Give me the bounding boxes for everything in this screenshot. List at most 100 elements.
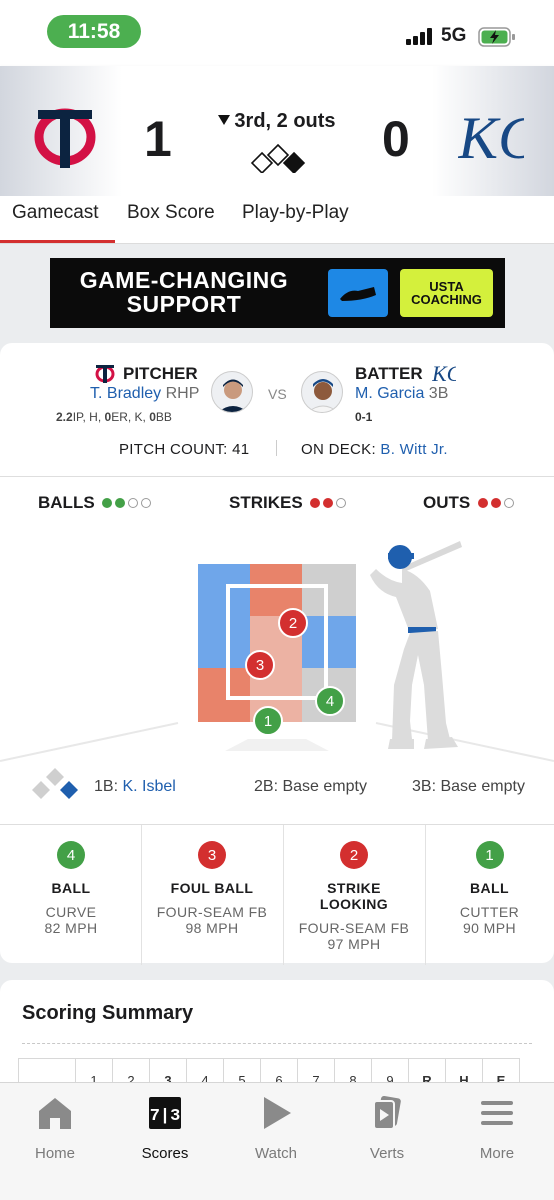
bases-diamond-icon	[250, 143, 306, 173]
pitcher-ip: 2.2	[56, 410, 73, 424]
batter-avatar[interactable]	[301, 371, 343, 413]
batter-stat-line: 0-1	[355, 410, 373, 424]
pitcher-label: PITCHER	[123, 364, 198, 383]
ball-dot	[128, 498, 139, 508]
pitcher-avatar[interactable]	[211, 371, 253, 413]
pitcher-position: RHP	[165, 385, 200, 402]
pitch-marker[interactable]: 3	[245, 650, 275, 680]
status-bar: 11:58 5G	[0, 0, 554, 66]
on-deck-batter-link[interactable]: B. Witt Jr.	[380, 441, 447, 458]
tab-play-by-play[interactable]: Play-by-Play	[242, 202, 349, 224]
ad-badge: USTA COACHING	[400, 269, 493, 317]
home-score: 0	[382, 111, 410, 167]
tab-box-score[interactable]: Box Score	[127, 202, 215, 224]
tab-watch[interactable]: Watch	[231, 1095, 321, 1162]
royals-small-logo-icon: KC	[432, 361, 456, 385]
pitch-number-badge: 2	[340, 841, 368, 869]
inning-text: 3rd, 2 outs	[234, 110, 336, 132]
ball-dot	[115, 498, 126, 508]
svg-text:KC: KC	[432, 361, 456, 385]
network-type: 5G	[441, 25, 467, 46]
ad-headline-line1: GAME-CHANGING	[79, 267, 289, 293]
royals-logo-icon[interactable]: KC	[458, 102, 524, 172]
pitch-count-label: PITCH COUNT:	[119, 441, 233, 458]
ad-banner[interactable]: GAME-CHANGING SUPPORT USTA COACHING	[50, 258, 505, 328]
strike-dot	[336, 498, 347, 508]
strike-dot	[323, 498, 334, 508]
pitcher-name-link[interactable]: T. Bradley	[90, 385, 161, 402]
gamecast-card: PITCHER T. Bradley RHP 2.2IP, H, 0 ER, K,…	[0, 343, 554, 965]
svg-text:KC: KC	[458, 105, 524, 171]
pitch-summary-item[interactable]: 4 BALL CURVE 82 MPH	[0, 825, 142, 965]
tab-more[interactable]: More	[452, 1095, 542, 1162]
dashed-divider	[22, 1043, 532, 1044]
pitch-count-value: 41	[232, 441, 250, 458]
strikes-count: STRIKES	[229, 493, 347, 513]
on-deck: ON DECK: B. Witt Jr.	[301, 441, 448, 458]
h-label: H,	[89, 410, 105, 424]
bb-label: BB	[155, 410, 172, 424]
home-icon	[39, 1098, 71, 1129]
bases-diamond-icon	[32, 768, 78, 799]
er-label: ER,	[111, 410, 135, 424]
pitch-type: CURVE	[45, 904, 97, 920]
tab-watch-label: Watch	[255, 1145, 297, 1162]
ad-headline: GAME-CHANGING SUPPORT	[64, 268, 304, 316]
pitch-summary-item[interactable]: 1 BALL CUTTER 90 MPH	[425, 825, 554, 965]
second-base-status: 2B: Base empty	[254, 778, 367, 795]
out-dot	[477, 498, 488, 508]
pitch-speed: 98 MPH	[185, 920, 239, 936]
batter-name-link[interactable]: M. Garcia	[355, 385, 424, 402]
tab-scores-label: Scores	[141, 1145, 189, 1162]
pitch-summary-item[interactable]: 3 FOUL BALL FOUR-SEAM FB 98 MPH	[141, 825, 283, 965]
pitch-number-badge: 1	[475, 841, 504, 869]
pitch-summary-item[interactable]: 2 STRIKE LOOKING FOUR-SEAM FB 97 MPH	[283, 825, 425, 965]
batter-position: 3B	[428, 385, 449, 402]
tab-more-label: More	[479, 1145, 515, 1162]
section-divider	[0, 476, 554, 477]
bottom-tab-bar: Home 7|3 Scores Watch Verts More	[0, 1082, 554, 1200]
pitcher-stat-line: 2.2IP, H, 0ER, K, 0BB	[56, 410, 172, 424]
pitch-marker[interactable]: 4	[315, 686, 345, 716]
pitch-speed: 97 MPH	[327, 936, 381, 952]
pitch-result: FOUL BALL	[170, 880, 254, 896]
ip-label: IP,	[72, 410, 90, 424]
ad-badge-line2: COACHING	[411, 292, 482, 307]
tab-home[interactable]: Home	[10, 1095, 100, 1162]
hamburger-menu-icon	[481, 1101, 513, 1125]
scoreboard-icon: 7|3	[149, 1097, 181, 1129]
info-divider	[276, 440, 277, 456]
vs-label: VS	[268, 386, 287, 402]
outs-count: OUTS	[423, 493, 514, 513]
tab-gamecast[interactable]: Gamecast	[12, 202, 99, 224]
tab-verts[interactable]: Verts	[342, 1095, 432, 1162]
tab-scores[interactable]: 7|3 Scores	[120, 1095, 210, 1162]
strikes-label: STRIKES	[229, 493, 303, 512]
first-base-runner-link[interactable]: K. Isbel	[122, 778, 175, 795]
ad-shoe-icon	[328, 269, 388, 317]
pitch-marker[interactable]: 2	[278, 608, 308, 638]
pitch-type: FOUR-SEAM FB	[156, 904, 268, 920]
game-tabs: Gamecast Box Score Play-by-Play	[0, 196, 554, 244]
pitch-marker[interactable]: 1	[253, 706, 283, 736]
pitch-result: BALL	[51, 880, 91, 896]
twins-small-logo-icon	[95, 365, 115, 383]
pitch-result: STRIKE LOOKING	[319, 880, 389, 912]
out-dot	[490, 498, 501, 508]
pitch-type: CUTTER	[459, 904, 520, 920]
pitch-speed: 90 MPH	[463, 920, 516, 936]
batter-silhouette	[370, 541, 462, 749]
pitch-type: FOUR-SEAM FB	[298, 920, 410, 936]
scoring-summary-title: Scoring Summary	[22, 1002, 194, 1024]
strike-zone-box	[226, 584, 328, 700]
svg-text:7|3: 7|3	[150, 1107, 181, 1126]
k-label: K,	[134, 410, 150, 424]
status-time[interactable]: 11:58	[47, 15, 141, 48]
ball-dot	[141, 498, 152, 508]
pitch-number-badge: 3	[198, 841, 226, 869]
game-scoreboard-header: 1 3rd, 2 outs 0 KC	[0, 66, 554, 210]
pitch-count: PITCH COUNT: 41	[119, 441, 249, 458]
verts-icon	[373, 1095, 401, 1130]
on-deck-label: ON DECK:	[301, 441, 381, 458]
first-base-label: 1B:	[94, 778, 123, 795]
